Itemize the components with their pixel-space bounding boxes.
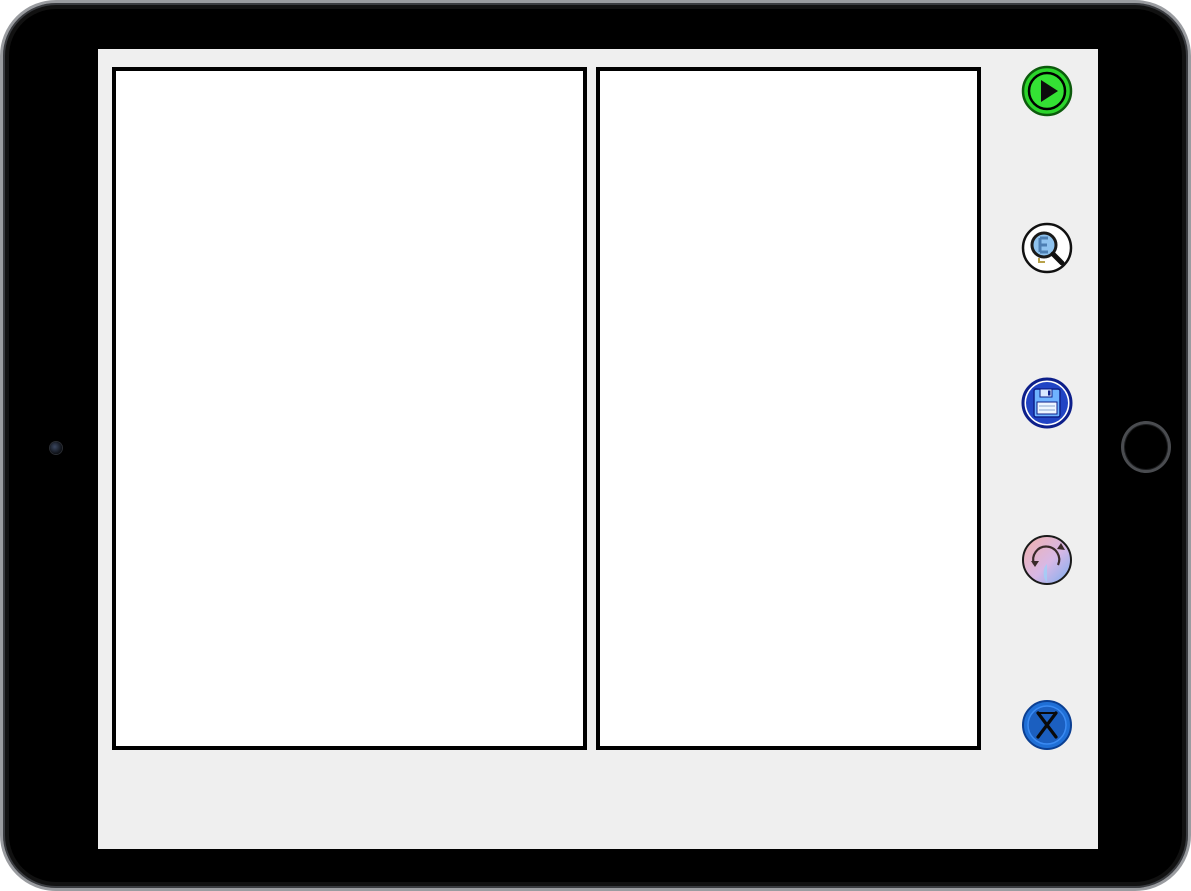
home-button[interactable] [1121,421,1171,473]
front-camera [50,442,62,454]
play-icon [1021,65,1073,117]
close-x-icon [1021,699,1073,751]
refresh-icon [1021,534,1073,586]
search-button[interactable] [1021,222,1073,274]
tablet-frame [0,0,1191,891]
close-button[interactable] [1021,699,1073,751]
app-screen [98,49,1098,849]
play-button[interactable] [1021,65,1073,117]
save-button[interactable] [1021,377,1073,429]
magnifier-icon [1021,222,1073,274]
right-panel[interactable] [596,67,981,750]
left-panel[interactable] [112,67,587,750]
floppy-disk-icon [1021,377,1073,429]
refresh-button[interactable] [1021,534,1073,586]
